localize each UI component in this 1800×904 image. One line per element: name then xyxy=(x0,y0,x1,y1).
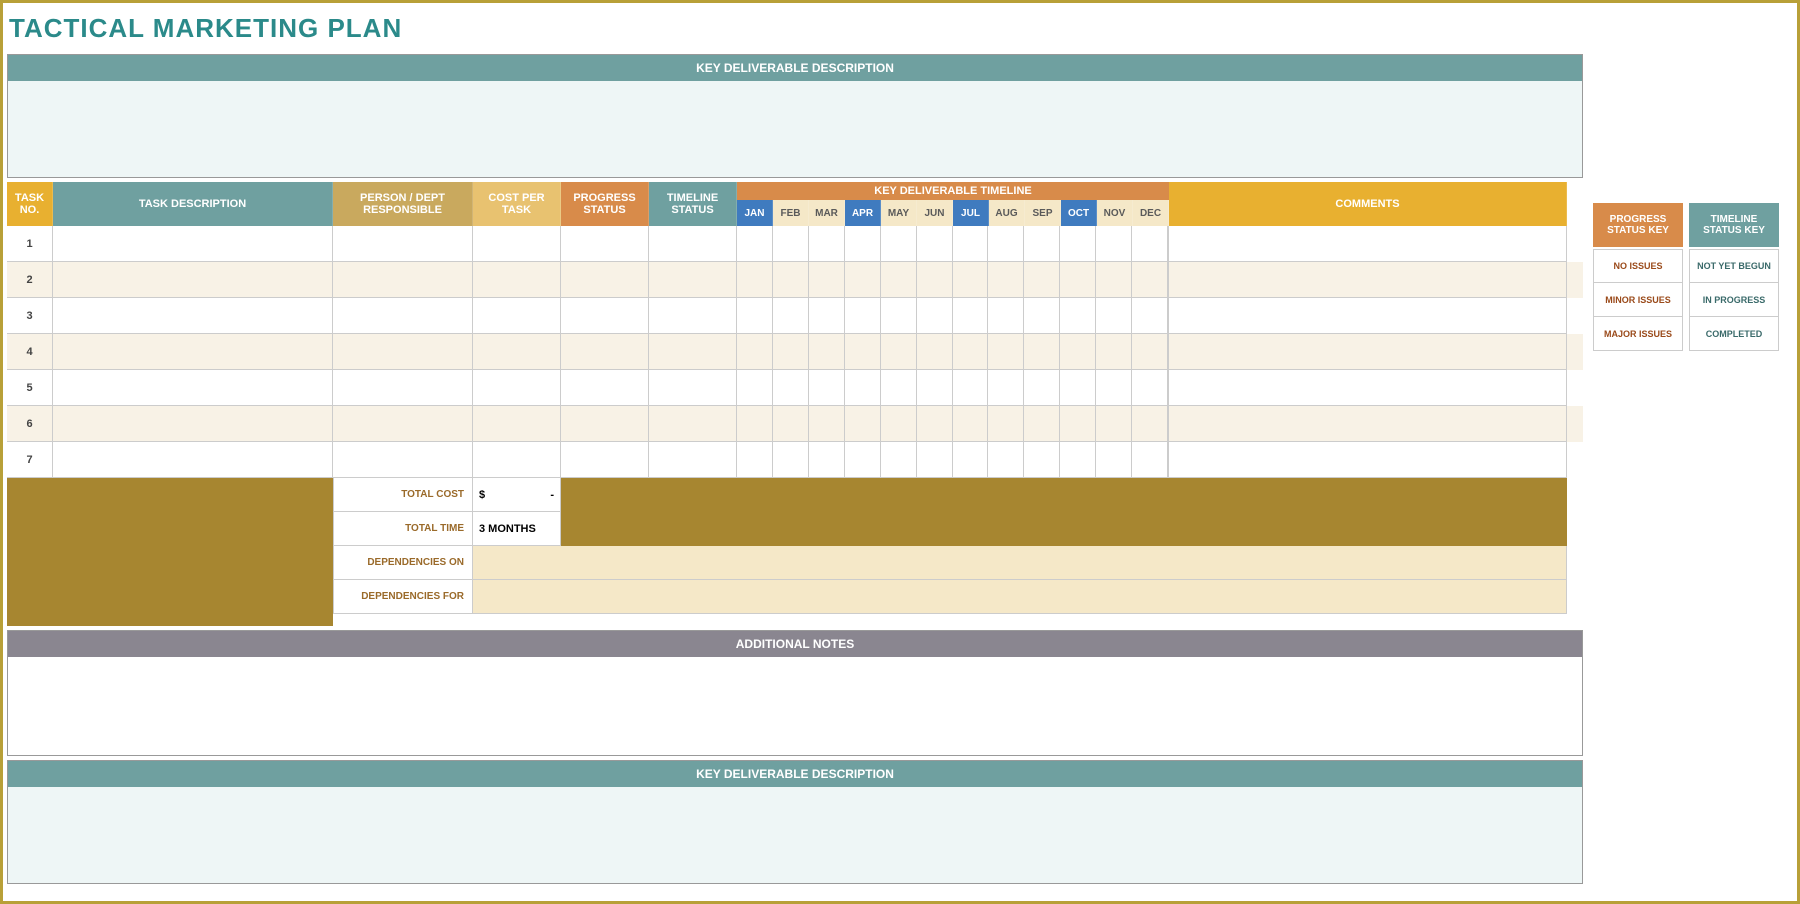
page-title: TACTICAL MARKETING PLAN xyxy=(7,7,1793,54)
task-row[interactable]: 2 xyxy=(7,262,1583,298)
progress-key-header: PROGRESS STATUS KEY xyxy=(1593,203,1683,247)
month-apr: APR xyxy=(845,200,881,226)
dependencies-on-row: DEPENDENCIES ON xyxy=(333,546,1567,580)
task-row[interactable]: 4 xyxy=(7,334,1583,370)
header-comments: COMMENTS xyxy=(1169,182,1567,226)
task-row[interactable]: 3 xyxy=(7,298,1583,334)
totals-block: TOTAL COST $ - TOTAL TIME 3 MONTHS DEPEN xyxy=(7,478,1583,626)
row-cost[interactable] xyxy=(473,226,561,262)
row-no: 2 xyxy=(7,262,53,298)
row-timeline-status[interactable] xyxy=(649,226,737,262)
task-table: TASK NO. TASK DESCRIPTION PERSON / DEPT … xyxy=(7,182,1583,626)
row-no: 7 xyxy=(7,442,53,478)
deliverable-desc-block-2: KEY DELIVERABLE DESCRIPTION xyxy=(7,760,1583,884)
month-oct: OCT xyxy=(1061,200,1097,226)
task-row[interactable]: 5 xyxy=(7,370,1583,406)
dependencies-on-value[interactable] xyxy=(473,546,1567,580)
row-no: 1 xyxy=(7,226,53,262)
timeline-key-header: TIMELINE STATUS KEY xyxy=(1689,203,1779,247)
progress-key-item: NO ISSUES xyxy=(1593,249,1683,283)
notes-body[interactable] xyxy=(8,657,1582,755)
key-cells: NO ISSUES MINOR ISSUES MAJOR ISSUES NOT … xyxy=(1593,249,1779,351)
month-may: MAY xyxy=(881,200,917,226)
header-progress: PROGRESS STATUS xyxy=(561,182,649,226)
row-progress[interactable] xyxy=(561,226,649,262)
total-cost-label: TOTAL COST xyxy=(333,478,473,512)
task-row[interactable]: 6 xyxy=(7,406,1583,442)
side-panel: PROGRESS STATUS KEY TIMELINE STATUS KEY … xyxy=(1593,54,1779,888)
total-cost-value: $ - xyxy=(473,478,561,512)
header-timeline-status: TIMELINE STATUS xyxy=(649,182,737,226)
header-months: JAN FEB MAR APR MAY JUN JUL AUG SEP OCT … xyxy=(737,200,1169,226)
header-timeline: KEY DELIVERABLE TIMELINE JAN FEB MAR APR… xyxy=(737,182,1169,226)
header-task-desc: TASK DESCRIPTION xyxy=(53,182,333,226)
task-row[interactable]: 1 xyxy=(7,226,1583,262)
dependencies-for-label: DEPENDENCIES FOR xyxy=(333,580,473,614)
deliverable-desc-header: KEY DELIVERABLE DESCRIPTION xyxy=(8,55,1582,81)
task-row[interactable]: 7 xyxy=(7,442,1583,478)
row-no: 5 xyxy=(7,370,53,406)
total-cost-row: TOTAL COST $ - xyxy=(333,478,1567,512)
month-jul: JUL xyxy=(953,200,989,226)
dependencies-for-value[interactable] xyxy=(473,580,1567,614)
dependencies-on-label: DEPENDENCIES ON xyxy=(333,546,473,580)
month-dec: DEC xyxy=(1133,200,1169,226)
progress-key-item: MAJOR ISSUES xyxy=(1593,317,1683,351)
dependencies-for-row: DEPENDENCIES FOR xyxy=(333,580,1567,614)
header-task-no: TASK NO. xyxy=(7,182,53,226)
row-no: 3 xyxy=(7,298,53,334)
row-desc[interactable] xyxy=(53,226,333,262)
month-aug: AUG xyxy=(989,200,1025,226)
row-months[interactable] xyxy=(737,226,1169,262)
month-jun: JUN xyxy=(917,200,953,226)
month-jan: JAN xyxy=(737,200,773,226)
total-time-row: TOTAL TIME 3 MONTHS xyxy=(333,512,1567,546)
month-nov: NOV xyxy=(1097,200,1133,226)
deliverable-desc-header-2: KEY DELIVERABLE DESCRIPTION xyxy=(8,761,1582,787)
notes-block: ADDITIONAL NOTES xyxy=(7,630,1583,756)
deliverable-desc-body-2[interactable] xyxy=(8,787,1582,883)
progress-key-item: MINOR ISSUES xyxy=(1593,283,1683,317)
row-person[interactable] xyxy=(333,226,473,262)
row-comment[interactable] xyxy=(1169,226,1567,262)
row-no: 6 xyxy=(7,406,53,442)
data-rows: 1 2 3 xyxy=(7,226,1583,478)
header-person: PERSON / DEPT RESPONSIBLE xyxy=(333,182,473,226)
timeline-key-item: COMPLETED xyxy=(1689,317,1779,351)
header-row: TASK NO. TASK DESCRIPTION PERSON / DEPT … xyxy=(7,182,1583,226)
deliverable-desc-block: KEY DELIVERABLE DESCRIPTION xyxy=(7,54,1583,178)
month-feb: FEB xyxy=(773,200,809,226)
month-mar: MAR xyxy=(809,200,845,226)
totals-left-bg xyxy=(7,478,333,626)
header-cost: COST PER TASK xyxy=(473,182,561,226)
notes-header: ADDITIONAL NOTES xyxy=(8,631,1582,657)
timeline-key-item: NOT YET BEGUN xyxy=(1689,249,1779,283)
header-timeline-label: KEY DELIVERABLE TIMELINE xyxy=(737,182,1169,200)
month-sep: SEP xyxy=(1025,200,1061,226)
deliverable-desc-body[interactable] xyxy=(8,81,1582,177)
total-time-label: TOTAL TIME xyxy=(333,512,473,546)
total-time-value: 3 MONTHS xyxy=(473,512,561,546)
main-panel: KEY DELIVERABLE DESCRIPTION TASK NO. TAS… xyxy=(7,54,1583,888)
row-no: 4 xyxy=(7,334,53,370)
timeline-key-item: IN PROGRESS xyxy=(1689,283,1779,317)
key-headers: PROGRESS STATUS KEY TIMELINE STATUS KEY xyxy=(1593,203,1779,247)
